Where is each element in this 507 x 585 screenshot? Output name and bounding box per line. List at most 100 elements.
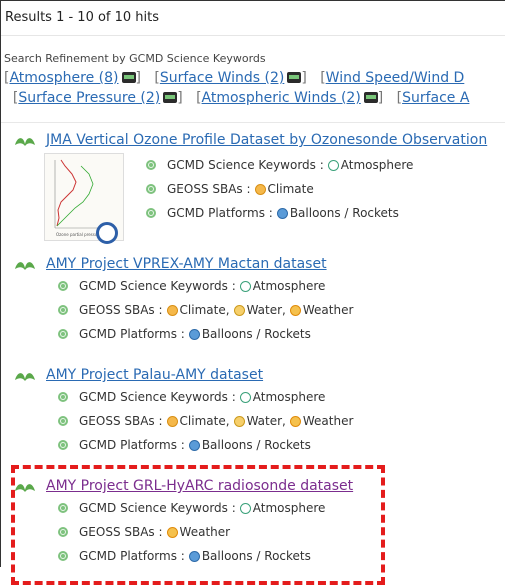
- keyword-link-surface-a[interactable]: Surface A: [402, 90, 469, 106]
- leaf-icon: [15, 484, 35, 492]
- atmosphere-icon: [239, 502, 251, 514]
- atmosphere-icon: [239, 391, 251, 403]
- meta-value: Climate: [267, 182, 314, 196]
- meta-value: Atmosphere: [252, 279, 326, 293]
- divider: [1, 122, 505, 123]
- result-title-row: AMY Project GRL-HyARC radiosonde dataset: [14, 476, 504, 496]
- water-icon: [233, 304, 245, 316]
- meta-label: GCMD Science Keywords :: [79, 279, 236, 293]
- keyword-link-atmospheric-winds[interactable]: Atmospheric Winds (2): [202, 90, 361, 106]
- keyword-badge-icon[interactable]: [121, 72, 136, 83]
- globe-icon: [58, 305, 68, 315]
- meta-platforms: GCMD Platforms : Balloons / Rockets: [58, 544, 504, 568]
- meta-value: Weather: [302, 414, 354, 428]
- separator: ,: [225, 414, 230, 428]
- meta-sbas: GEOSS SBAs : Climate: [146, 177, 504, 201]
- bracket-close: ]: [377, 90, 384, 106]
- meta-label: GCMD Science Keywords :: [79, 501, 236, 515]
- search-refinement: Search Refinement by GCMD Science Keywor…: [4, 52, 504, 108]
- atmosphere-icon: [239, 280, 251, 292]
- keyword-badge-icon[interactable]: [287, 72, 302, 83]
- weather-icon: [289, 304, 301, 316]
- globe-icon: [58, 440, 68, 450]
- separator: ,: [282, 414, 286, 428]
- leaf-icon: [15, 138, 35, 146]
- meta-value: Water: [246, 303, 283, 317]
- meta-label: GCMD Platforms :: [79, 549, 185, 563]
- globe-icon: [58, 392, 68, 402]
- keyword-link-surface-winds[interactable]: Surface Winds (2): [160, 70, 285, 86]
- globe-icon: [58, 416, 68, 426]
- result-title-link[interactable]: JMA Vertical Ozone Profile Dataset by Oz…: [46, 132, 487, 148]
- meta-value: Climate: [179, 414, 226, 428]
- meta-sbas: GEOSS SBAs : Climate, Water, Weather: [58, 409, 504, 433]
- meta-label: GCMD Platforms :: [167, 206, 273, 220]
- meta-label: GCMD Platforms :: [79, 327, 185, 341]
- meta-sbas: GEOSS SBAs : Weather: [58, 520, 504, 544]
- meta-value: Atmosphere: [340, 158, 414, 172]
- meta-value: Water: [246, 414, 283, 428]
- climate-icon: [254, 183, 266, 195]
- meta-platforms: GCMD Platforms : Balloons / Rockets: [58, 322, 504, 346]
- separator: ,: [282, 303, 286, 317]
- balloon-icon: [188, 550, 200, 562]
- leaf-icon: [15, 373, 35, 381]
- result-title-link[interactable]: AMY Project GRL-HyARC radiosonde dataset: [46, 478, 353, 494]
- meta-label: GCMD Platforms :: [79, 438, 185, 452]
- result-title-row: AMY Project Palau-AMY dataset: [14, 365, 504, 385]
- globe-icon: [58, 329, 68, 339]
- keyword-row-1: [Atmosphere (8)] [Surface Winds (2)] [Wi…: [4, 68, 504, 88]
- globe-icon: [58, 281, 68, 291]
- result-title-row: AMY Project VPREX-AMY Mactan dataset: [14, 254, 504, 274]
- result-title-link[interactable]: AMY Project VPREX-AMY Mactan dataset: [46, 256, 327, 272]
- bracket-close: ]: [135, 70, 141, 86]
- result-title-link[interactable]: AMY Project Palau-AMY dataset: [46, 367, 263, 383]
- weather-icon: [289, 415, 301, 427]
- meta-value: Climate: [179, 303, 226, 317]
- meta-label: GEOSS SBAs :: [79, 525, 163, 539]
- globe-icon: [58, 503, 68, 513]
- meta-value: Weather: [302, 303, 354, 317]
- meta-label: GEOSS SBAs :: [167, 182, 251, 196]
- meta-value: Balloons / Rockets: [201, 549, 311, 563]
- meta-label: GEOSS SBAs :: [79, 303, 163, 317]
- meta-label: GEOSS SBAs :: [79, 414, 163, 428]
- meta-value: Atmosphere: [252, 501, 326, 515]
- meta-label: GCMD Science Keywords :: [79, 390, 236, 404]
- result-item: AMY Project Palau-AMY dataset GCMD Scien…: [14, 365, 504, 457]
- meta-science: GCMD Science Keywords : Atmosphere: [58, 385, 504, 409]
- keyword-badge-icon[interactable]: [363, 92, 378, 103]
- globe-icon: [58, 527, 68, 537]
- result-item: AMY Project GRL-HyARC radiosonde dataset…: [14, 476, 504, 568]
- keyword-link-surface-pressure[interactable]: Surface Pressure (2): [18, 90, 160, 106]
- meta-platforms: GCMD Platforms : Balloons / Rockets: [58, 433, 504, 457]
- meta-label: GCMD Science Keywords :: [167, 158, 324, 172]
- globe-icon: [146, 160, 156, 170]
- separator: ,: [225, 303, 230, 317]
- atmosphere-icon: [327, 159, 339, 171]
- water-icon: [233, 415, 245, 427]
- meta-platforms: GCMD Platforms : Balloons / Rockets: [146, 201, 504, 225]
- meta-science: GCMD Science Keywords : Atmosphere: [58, 496, 504, 520]
- balloon-icon: [276, 207, 288, 219]
- refinement-title: Search Refinement by GCMD Science Keywor…: [4, 52, 266, 65]
- results-count: Results 1 - 10 of 10 hits: [1, 0, 505, 36]
- result-item: JMA Vertical Ozone Profile Dataset by Oz…: [14, 130, 504, 150]
- result-meta: GCMD Science Keywords : Atmosphere GEOSS…: [146, 153, 504, 225]
- agency-logo: [96, 222, 118, 244]
- result-title-row: JMA Vertical Ozone Profile Dataset by Oz…: [14, 130, 504, 150]
- balloon-icon: [188, 439, 200, 451]
- climate-icon: [166, 415, 178, 427]
- meta-value: Balloons / Rockets: [289, 206, 399, 220]
- keyword-link-atmosphere[interactable]: Atmosphere (8): [9, 70, 118, 86]
- meta-value: Weather: [179, 525, 231, 539]
- keyword-link-wind-speed[interactable]: Wind Speed/Wind D: [326, 70, 465, 86]
- keyword-badge-icon[interactable]: [163, 92, 178, 103]
- meta-science: GCMD Science Keywords : Atmosphere: [58, 274, 504, 298]
- balloon-icon: [188, 328, 200, 340]
- meta-value: Balloons / Rockets: [201, 438, 311, 452]
- globe-icon: [146, 208, 156, 218]
- bracket-close: ]: [177, 90, 183, 106]
- meta-value: Atmosphere: [252, 390, 326, 404]
- weather-icon: [166, 526, 178, 538]
